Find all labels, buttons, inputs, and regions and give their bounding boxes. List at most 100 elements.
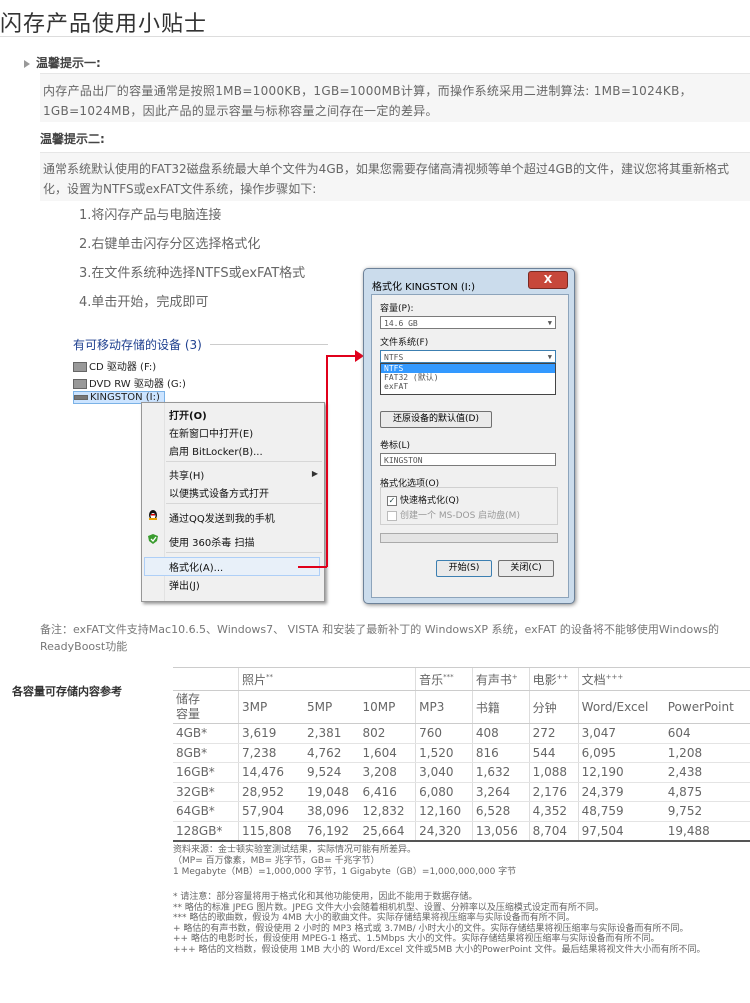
menu-item-open-new-window[interactable]: 在新窗口中打开(E) xyxy=(169,425,253,440)
volume-label-input[interactable]: KINGSTON xyxy=(380,453,556,466)
table-row: 4GB* 3,619 2,381 802 760 408 272 3,047 604 xyxy=(173,723,750,744)
table-cell: 4,875 xyxy=(664,782,750,802)
table-cell: 57,904 xyxy=(238,801,305,822)
msdos-checkbox[interactable]: 创建一个 MS-DOS 启动盘(M) xyxy=(387,508,520,521)
capacity-value: 14.6 GB xyxy=(384,319,418,328)
chevron-down-icon: ▼ xyxy=(547,319,552,327)
source-line: 1 Megabyte（MB）=1,000,000 字节，1 Gigabyte（G… xyxy=(173,867,517,877)
menu-item-share[interactable]: 共享(H) xyxy=(169,467,204,482)
filesystem-select[interactable]: NTFS ▼ xyxy=(380,350,556,363)
footnote-line: * 请注意：部分容量将用于格式化和其他功能使用，因此不能用于数据存储。 xyxy=(173,892,478,902)
title-divider xyxy=(0,36,750,37)
source-line: （MP= 百万像素，MB= 兆字节，GB= 千兆字节） xyxy=(173,856,380,866)
tip1-box: 内存产品出厂的容量通常是按照1MB=1000KB，1GB=1000MB计算，而操… xyxy=(40,73,750,122)
table-cell: 48,759 xyxy=(577,801,665,822)
table-cell: 544 xyxy=(528,743,579,763)
table-cell: 2,381 xyxy=(304,723,360,744)
cd-drive-icon xyxy=(73,362,87,372)
menu-item-eject[interactable]: 弹出(J) xyxy=(169,577,200,592)
menu-item-portable[interactable]: 以便携式设备方式打开 xyxy=(169,485,269,500)
drive-cd[interactable]: CD 驱动器 (F:) xyxy=(73,358,156,373)
table-cell: 1,208 xyxy=(664,743,750,763)
table-cell: 1,088 xyxy=(528,762,579,783)
step-item: 2.右键单击闪存分区选择格式化 xyxy=(79,237,261,252)
pointer-arrow-line xyxy=(326,356,328,567)
table-cell: 8,704 xyxy=(528,821,579,842)
menu-separator xyxy=(166,461,322,462)
table-cell: 1,632 xyxy=(471,762,530,783)
table-row: 8GB* 7,238 4,762 1,604 1,520 816 544 6,095 1,208 xyxy=(173,743,750,763)
table-cell: 3,619 xyxy=(238,723,305,744)
tip1-heading-text: 温馨提示一: xyxy=(36,56,101,70)
format-progress-bar xyxy=(380,533,558,543)
format-dialog: 格式化 KINGSTON (I:) X 容量(P): 14.6 GB ▼ 文件系统… xyxy=(363,268,575,604)
close-icon[interactable]: X xyxy=(528,271,568,289)
header-empty-cell xyxy=(173,667,239,691)
table-cell: 12,160 xyxy=(415,801,473,822)
col-header: 3MP xyxy=(238,690,305,724)
capacity-select[interactable]: 14.6 GB ▼ xyxy=(380,316,556,329)
menu-separator xyxy=(166,503,322,504)
filesystem-label: 文件系统(F) xyxy=(380,338,429,348)
menu-separator xyxy=(166,552,322,553)
table-cell: 12,832 xyxy=(359,801,416,822)
table-cell: 1,604 xyxy=(359,743,416,763)
footnote-line: ** 略估的标准 JPEG 图片数。JPEG 文件大小会随着相机机型、设置、分辨… xyxy=(173,902,604,913)
table-cell: 2,176 xyxy=(528,782,579,802)
table-cell: 4,352 xyxy=(528,801,579,822)
capacity-cell: 4GB* xyxy=(173,723,239,744)
drive-dvd[interactable]: DVD RW 驱动器 (G:) xyxy=(73,375,186,390)
fs-option-fat32[interactable]: FAT32 (默认) xyxy=(381,373,555,382)
quick-format-checkbox[interactable]: ✓ 快速格式化(Q) xyxy=(387,493,459,506)
menu-item-bitlocker[interactable]: 启用 BitLocker(B)... xyxy=(169,443,263,458)
header-documents: 文档+++ xyxy=(577,667,750,691)
close-button[interactable]: 关闭(C) xyxy=(498,560,554,577)
table-cell: 6,080 xyxy=(415,782,473,802)
header-capacity: 储存容量 xyxy=(173,690,239,724)
page-title: 闪存产品使用小贴士 xyxy=(0,12,208,37)
restore-defaults-button[interactable]: 还原设备的默认值(D) xyxy=(380,411,492,428)
fs-option-ntfs[interactable]: NTFS xyxy=(381,364,555,373)
context-menu: 打开(O) 在新窗口中打开(E) 启用 BitLocker(B)... 共享(H… xyxy=(141,402,325,602)
drive-label: CD 驱动器 (F:) xyxy=(89,362,157,373)
table-cell: 19,048 xyxy=(304,782,360,802)
dialog-title: 格式化 KINGSTON (I:) xyxy=(372,282,476,293)
col-header: 10MP xyxy=(359,690,416,724)
triangle-bullet-icon xyxy=(24,59,30,68)
capacity-label: 容量(P): xyxy=(380,304,414,314)
table-cell: 76,192 xyxy=(304,821,360,842)
explorer-screenshot: 有可移动存储的设备 (3) CD 驱动器 (F:) DVD RW 驱动器 (G:… xyxy=(70,330,328,603)
table-cell: 3,040 xyxy=(415,762,473,783)
group-title-divider xyxy=(210,344,328,345)
capacity-cell: 32GB* xyxy=(173,782,239,802)
start-button[interactable]: 开始(S) xyxy=(436,560,492,577)
msdos-label: 创建一个 MS-DOS 启动盘(M) xyxy=(400,511,520,521)
table-cell: 24,379 xyxy=(577,782,665,802)
filesystem-value: NTFS xyxy=(384,353,404,362)
table-cell: 115,808 xyxy=(238,821,305,842)
table-cell: 25,664 xyxy=(359,821,416,842)
menu-item-open[interactable]: 打开(O) xyxy=(169,407,207,422)
table-cell: 97,504 xyxy=(577,821,665,842)
table-group-header-row: 照片** 音乐*** 有声书+ 电影++ 文档+++ xyxy=(173,667,750,691)
table-side-label: 各容量可存储内容参考 xyxy=(12,685,122,698)
pointer-arrow-line xyxy=(326,355,356,357)
menu-item-format[interactable]: 格式化(A)... xyxy=(169,559,223,574)
header-photos: 照片** xyxy=(237,667,416,691)
footnotes: * 请注意：部分容量将用于格式化和其他功能使用，因此不能用于数据存储。 ** 略… xyxy=(173,892,750,955)
tip2-text: 通常系统默认使用的FAT32磁盘系统最大单个文件为4GB，如果您需要存储高清视频… xyxy=(43,162,730,196)
table-cell: 28,952 xyxy=(238,782,305,802)
source-line: 资料来源：金士顿实验室测试结果，实际情况可能有所差异。 xyxy=(173,845,417,855)
menu-item-360-scan[interactable]: 使用 360杀毒 扫描 xyxy=(169,534,254,549)
device-group-title: 有可移动存储的设备 (3) xyxy=(73,338,202,352)
col-header: 分钟 xyxy=(528,690,579,724)
format-options-group: ✓ 快速格式化(Q) 创建一个 MS-DOS 启动盘(M) xyxy=(380,487,558,525)
menu-item-send-qq[interactable]: 通过QQ发送到我的手机 xyxy=(169,510,275,525)
capacity-cell: 16GB* xyxy=(173,762,239,783)
tip2-heading: 温馨提示二: xyxy=(40,132,105,146)
fs-option-exfat[interactable]: exFAT xyxy=(381,382,555,391)
step-item: 4.单击开始，完成即可 xyxy=(79,295,209,310)
drive-label: DVD RW 驱动器 (G:) xyxy=(89,379,186,390)
table-cell: 6,416 xyxy=(359,782,416,802)
footnote-line: *** 略估的歌曲数，假设为 4MB 大小的歌曲文件。实际存储结果将视压缩率与实… xyxy=(173,913,575,923)
